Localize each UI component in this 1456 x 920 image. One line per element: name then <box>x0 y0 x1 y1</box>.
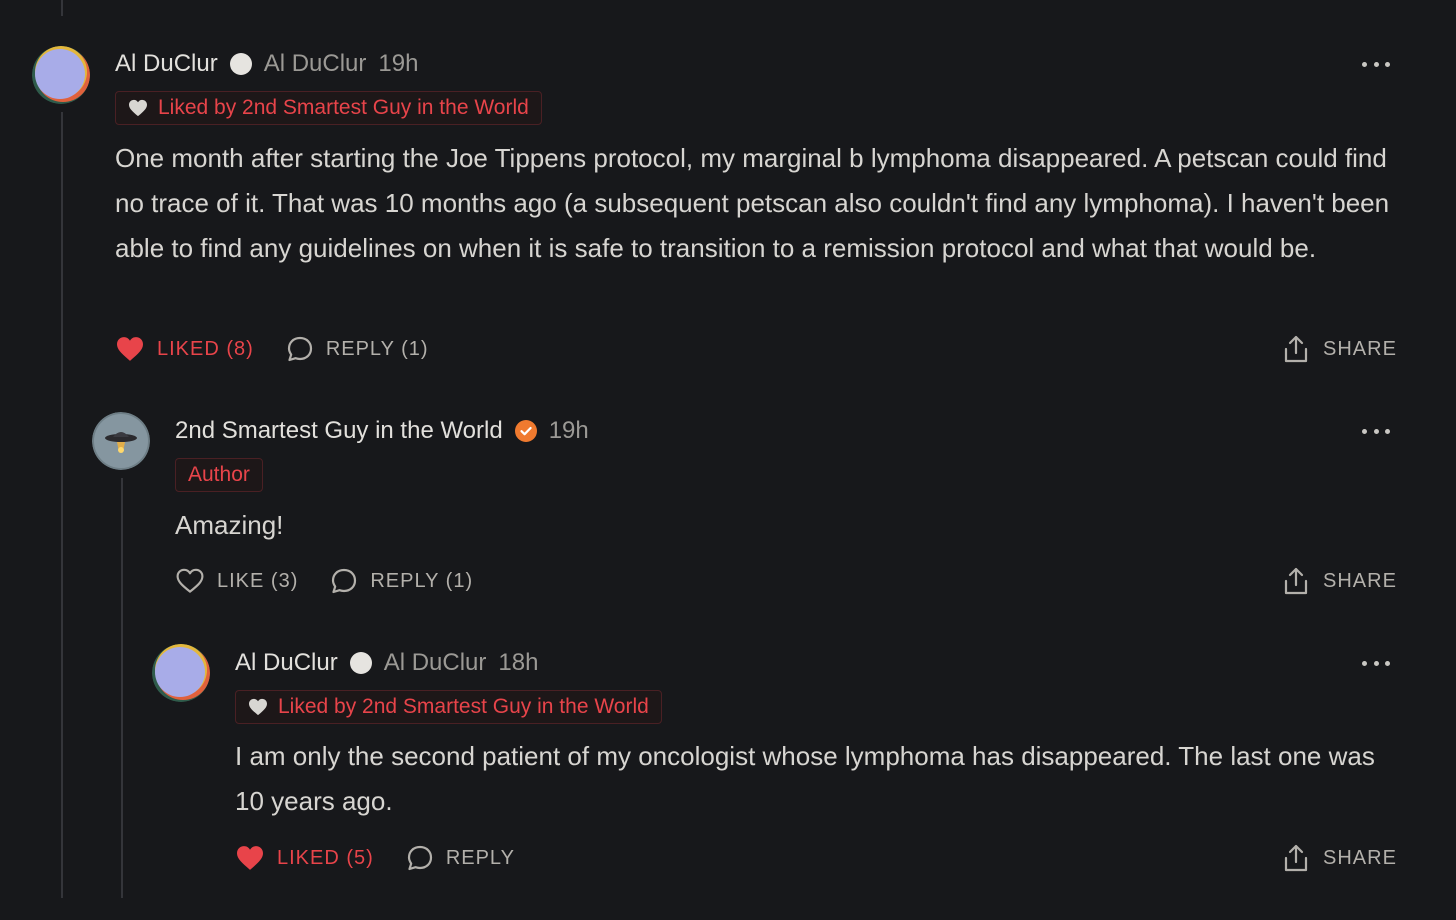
share-icon <box>1284 567 1308 595</box>
thread-line-level-1 <box>61 112 63 898</box>
liked-by-badge: Liked by 2nd Smartest Guy in the World <box>115 91 542 125</box>
share-label: SHARE <box>1323 846 1397 869</box>
more-options-icon[interactable] <box>1362 653 1390 673</box>
share-icon <box>1284 335 1308 363</box>
avatar[interactable] <box>152 644 210 702</box>
liked-by-text: Liked by 2nd Smartest Guy in the World <box>158 96 529 119</box>
author-tag-label: Author <box>188 463 250 486</box>
heart-filled-icon <box>237 846 263 870</box>
liked-by-badge: Liked by 2nd Smartest Guy in the World <box>235 690 662 724</box>
author-name[interactable]: 2nd Smartest Guy in the World <box>175 417 503 445</box>
reply-label: REPLY (1) <box>325 337 429 360</box>
liked-by-text: Liked by 2nd Smartest Guy in the World <box>278 695 649 718</box>
like-button[interactable]: LIKE (3) <box>175 568 298 594</box>
circle-badge-icon <box>349 652 372 674</box>
author-tag: Author <box>175 458 263 492</box>
like-label: LIKE (3) <box>217 569 299 592</box>
author-name[interactable]: Al DuClur <box>115 50 218 78</box>
author-name[interactable]: Al DuClur <box>235 649 338 677</box>
comment-actions: LIKE (3) REPLY (1) <box>175 564 505 598</box>
reply-button[interactable]: REPLY (1) <box>286 335 429 363</box>
circle-badge-icon <box>229 53 252 75</box>
reply-button[interactable]: REPLY <box>406 844 515 872</box>
reply-label: REPLY <box>445 846 515 869</box>
heart-outline-icon <box>176 568 204 593</box>
comment-header: Al DuClur Al DuClur 19h <box>115 48 418 80</box>
like-button[interactable]: LIKED (5) <box>235 845 374 871</box>
heart-icon <box>249 698 267 716</box>
comment-actions: LIKED (8) REPLY (1) <box>115 332 461 366</box>
avatar[interactable] <box>32 46 90 104</box>
author-handle[interactable]: Al DuClur <box>384 649 487 677</box>
comment-header: 2nd Smartest Guy in the World 19h <box>175 415 589 447</box>
like-label: LIKED (5) <box>277 846 374 869</box>
comment-actions: LIKED (5) REPLY <box>235 841 547 875</box>
more-options-icon[interactable] <box>1362 421 1390 441</box>
share-button[interactable]: SHARE <box>1283 841 1397 875</box>
speech-bubble-icon <box>407 845 432 871</box>
like-label: LIKED (8) <box>157 337 254 360</box>
like-button[interactable]: LIKED (8) <box>115 336 254 362</box>
comment-text: Amazing! <box>175 510 284 540</box>
more-options-icon[interactable] <box>1362 54 1390 74</box>
share-icon <box>1284 844 1308 872</box>
timestamp[interactable]: 19h <box>378 50 418 78</box>
timestamp[interactable]: 18h <box>498 649 538 677</box>
share-label: SHARE <box>1323 337 1397 360</box>
verified-check-icon <box>514 420 537 442</box>
heart-filled-icon <box>117 337 143 361</box>
reply-label: REPLY (1) <box>370 569 474 592</box>
share-button[interactable]: SHARE <box>1283 332 1397 366</box>
comment-text: One month after starting the Joe Tippens… <box>115 143 1390 263</box>
author-handle[interactable]: Al DuClur <box>264 50 367 78</box>
heart-icon <box>129 99 147 117</box>
comment-text: I am only the second patient of my oncol… <box>235 741 1375 816</box>
share-button[interactable]: SHARE <box>1283 564 1397 598</box>
reply-button[interactable]: REPLY (1) <box>330 567 473 595</box>
comment-header: Al DuClur Al DuClur 18h <box>235 647 538 679</box>
thread-line-level-2 <box>121 478 123 898</box>
avatar[interactable] <box>92 412 150 470</box>
share-label: SHARE <box>1323 569 1397 592</box>
speech-bubble-icon <box>332 568 357 594</box>
speech-bubble-icon <box>287 336 312 362</box>
thread-line-top <box>61 0 63 16</box>
timestamp[interactable]: 19h <box>549 417 589 445</box>
